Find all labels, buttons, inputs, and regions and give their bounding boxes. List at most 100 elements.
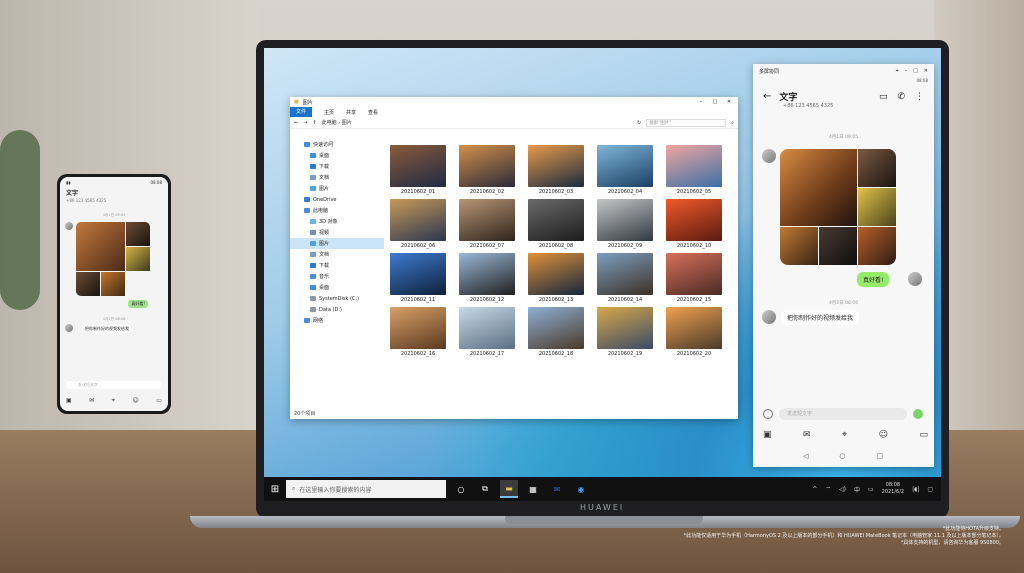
nav-recent-icon[interactable]: □ xyxy=(876,452,883,460)
phone-folder-icon[interactable]: ▭ xyxy=(156,397,162,405)
phone-mail-icon[interactable]: ✉ xyxy=(89,397,94,405)
chat-maximize-icon[interactable]: □ xyxy=(913,68,918,74)
file-thumbnail[interactable]: 20210602_14 xyxy=(597,253,653,303)
battery-icon[interactable]: ▭ xyxy=(868,486,874,493)
mail-icon[interactable]: ✉ xyxy=(803,430,811,440)
voice-icon[interactable] xyxy=(763,409,773,419)
wifi-icon[interactable]: ⌔ xyxy=(825,485,831,493)
my-avatar[interactable] xyxy=(908,272,922,286)
file-thumbnail[interactable]: 20210602_02 xyxy=(459,145,515,195)
file-thumbnail[interactable]: 20210602_03 xyxy=(528,145,584,195)
nav-item[interactable]: OneDrive xyxy=(290,194,384,205)
phone-image-icon[interactable]: ▣ xyxy=(66,397,72,405)
chat-message-input[interactable]: 发送短文字 xyxy=(779,408,907,420)
nav-item[interactable]: 下载 xyxy=(290,161,384,172)
nav-item[interactable]: 图片 xyxy=(290,238,384,249)
address-path[interactable]: 此电脑 › 图片 xyxy=(322,119,632,126)
more-icon[interactable]: ⋮ xyxy=(915,92,924,102)
nav-item[interactable]: 下载 xyxy=(290,260,384,271)
emoji-icon[interactable]: ☺ xyxy=(879,430,888,440)
file-thumbnail[interactable]: 20210602_20 xyxy=(666,307,722,357)
volume-icon[interactable]: ◁) xyxy=(839,486,846,493)
send-icon[interactable] xyxy=(913,409,923,419)
minimize-icon[interactable]: – xyxy=(696,99,706,105)
chat-close-icon[interactable]: ✕ xyxy=(924,68,928,74)
cortana-icon[interactable]: ○ xyxy=(452,480,470,498)
file-thumbnail[interactable]: 20210602_11 xyxy=(390,253,446,303)
nav-item[interactable]: 3D 对象 xyxy=(290,216,384,227)
nav-home-icon[interactable]: ○ xyxy=(839,452,845,460)
video-call-icon[interactable]: ▭ xyxy=(879,92,888,102)
nav-item[interactable]: Data (D:) xyxy=(290,304,384,315)
nav-item[interactable]: 此电脑 xyxy=(290,205,384,216)
contact-avatar[interactable] xyxy=(762,149,776,163)
refresh-icon[interactable]: ↻ xyxy=(637,120,641,126)
file-thumbnail[interactable]: 20210602_10 xyxy=(666,199,722,249)
file-thumbnail[interactable]: 20210602_17 xyxy=(459,307,515,357)
store-icon[interactable]: ▦ xyxy=(524,480,542,498)
taskbar-clock[interactable]: 08:08 2021/6/2 xyxy=(882,482,904,496)
file-thumbnail[interactable]: 20210602_19 xyxy=(597,307,653,357)
file-thumbnail[interactable]: 20210602_01 xyxy=(390,145,446,195)
nav-item[interactable]: 网络 xyxy=(290,315,384,326)
nav-item[interactable]: 桌面 xyxy=(290,282,384,293)
location-icon[interactable]: ⌖ xyxy=(842,430,847,440)
file-thumbnail[interactable]: 20210602_08 xyxy=(528,199,584,249)
phone-message-input[interactable]: 发送短文字 xyxy=(66,381,162,389)
chat-time-1: 4月1日 09:05 xyxy=(828,135,859,140)
thumbnail-image xyxy=(459,253,515,295)
phone-location-icon[interactable]: ⌖ xyxy=(112,397,115,405)
nav-item[interactable]: 图片 xyxy=(290,183,384,194)
file-explorer-taskbar-icon[interactable]: ▬ xyxy=(500,480,518,498)
nav-item[interactable]: 视频 xyxy=(290,227,384,238)
ime-indicator[interactable]: 中 xyxy=(854,485,860,494)
file-thumbnail[interactable]: 20210602_16 xyxy=(390,307,446,357)
file-thumbnail[interactable]: 20210602_04 xyxy=(597,145,653,195)
back-icon[interactable]: ← xyxy=(294,120,298,126)
huawei-share-icon[interactable]: |◖| xyxy=(912,486,919,493)
contact-avatar-2[interactable] xyxy=(762,310,776,324)
back-arrow-icon[interactable]: ← xyxy=(763,91,771,102)
image-icon[interactable]: ▣ xyxy=(763,430,772,440)
file-thumbnail[interactable]: 20210602_06 xyxy=(390,199,446,249)
taskbar-search[interactable]: ⌕ 在这里输入你要搜索的内容 xyxy=(286,480,446,498)
nav-item[interactable]: SystemDisk (C:) xyxy=(290,293,384,304)
collab-taskbar-icon[interactable]: ◉ xyxy=(572,480,590,498)
tray-chevron-icon[interactable]: ^ xyxy=(812,486,817,493)
file-thumbnail[interactable]: 20210602_09 xyxy=(597,199,653,249)
tab-share[interactable]: 共享 xyxy=(346,109,356,116)
nav-back-icon[interactable]: ◁ xyxy=(803,452,808,460)
up-icon[interactable]: ↑ xyxy=(312,120,316,126)
close-icon[interactable]: ✕ xyxy=(724,99,734,105)
explorer-search-input[interactable]: 搜索"图片" xyxy=(646,118,727,127)
tab-view[interactable]: 查看 xyxy=(368,109,378,116)
notification-icon[interactable]: ▢ xyxy=(927,486,933,493)
pin-icon[interactable]: ⌖ xyxy=(896,68,899,74)
nav-item[interactable]: 文档 xyxy=(290,172,384,183)
file-thumbnail[interactable]: 20210602_13 xyxy=(528,253,584,303)
windows-start-icon[interactable]: ⊞ xyxy=(264,477,286,501)
chat-minimize-icon[interactable]: – xyxy=(905,68,908,74)
forward-icon[interactable]: → xyxy=(303,120,307,126)
task-view-icon[interactable]: ⧉ xyxy=(476,480,494,498)
file-name: 20210602_14 xyxy=(607,297,643,303)
folder-icon[interactable]: ▭ xyxy=(919,430,928,440)
file-thumbnail[interactable]: 20210602_05 xyxy=(666,145,722,195)
maximize-icon[interactable]: □ xyxy=(710,99,720,105)
file-thumbnail[interactable]: 20210602_12 xyxy=(459,253,515,303)
mail-taskbar-icon[interactable]: ✉ xyxy=(548,480,566,498)
tab-home[interactable]: 主页 xyxy=(324,109,334,116)
chat-photo-grid[interactable] xyxy=(780,149,896,265)
file-thumbnail[interactable]: 20210602_15 xyxy=(666,253,722,303)
file-thumbnail[interactable]: 20210602_18 xyxy=(528,307,584,357)
phone-emoji-icon[interactable]: ☺ xyxy=(133,397,139,405)
nav-item[interactable]: 桌面 xyxy=(290,150,384,161)
tab-file[interactable]: 文件 xyxy=(290,107,313,117)
phone-photo-grid[interactable] xyxy=(76,222,150,296)
nav-item[interactable]: 音乐 xyxy=(290,271,384,282)
phone-call-icon[interactable]: ✆ xyxy=(897,92,905,102)
nav-item[interactable]: 快速访问 xyxy=(290,139,384,150)
nav-item[interactable]: 文档 xyxy=(290,249,384,260)
search-icon[interactable]: ⌕ xyxy=(731,120,734,126)
file-thumbnail[interactable]: 20210602_07 xyxy=(459,199,515,249)
